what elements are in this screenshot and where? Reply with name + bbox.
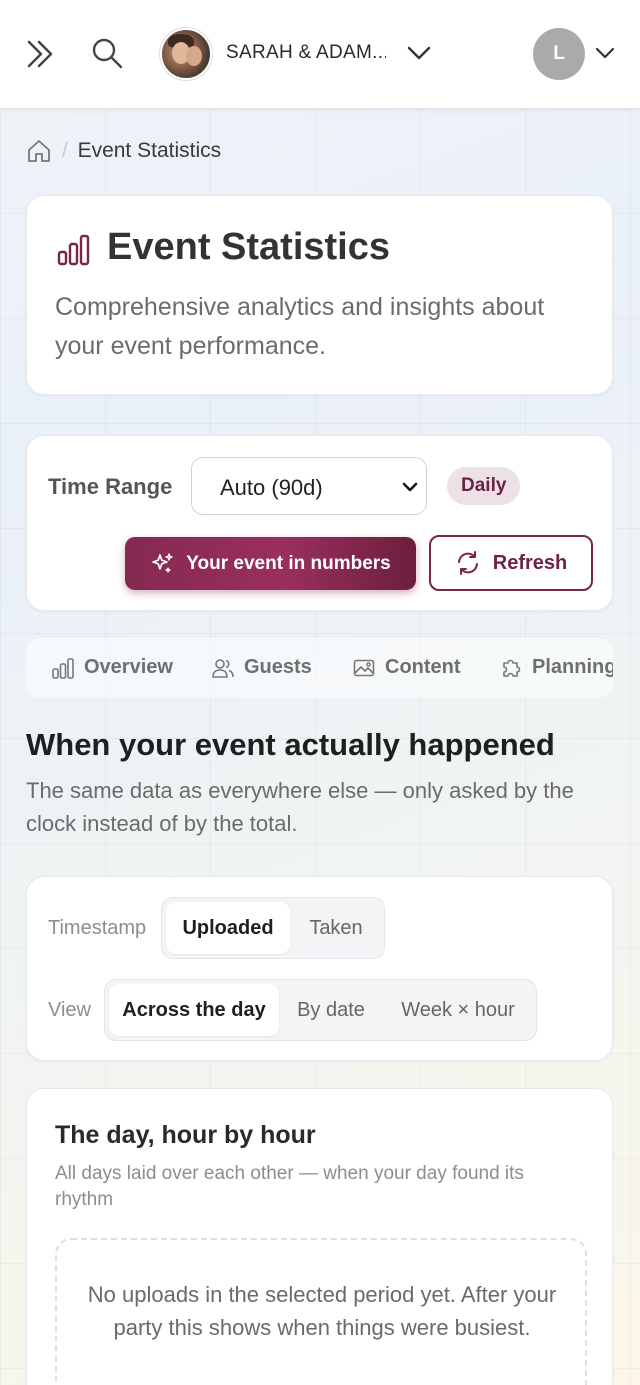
breadcrumb-current: Event Statistics xyxy=(77,139,222,162)
refresh-button[interactable]: Refresh xyxy=(429,535,593,591)
breadcrumb: / Event Statistics xyxy=(26,136,221,166)
breadcrumb-separator: / xyxy=(62,139,68,162)
chart-subtitle: All days laid over each other — when you… xyxy=(55,1163,524,1210)
chevron-down-icon[interactable] xyxy=(406,42,432,64)
home-icon[interactable] xyxy=(26,138,52,164)
tab-overview[interactable]: Overview xyxy=(52,656,173,679)
search-icon[interactable] xyxy=(90,36,124,70)
event-in-numbers-label: Your event in numbers xyxy=(186,552,391,574)
bar-chart-icon xyxy=(52,657,74,679)
tab-label: Content xyxy=(385,656,461,678)
time-range-value: Auto (90d) xyxy=(220,475,323,500)
refresh-label: Refresh xyxy=(492,551,568,574)
statistics-tabs: Overview Guests Content Planning xyxy=(26,638,613,698)
controls-card: Time Range Auto (90d) Daily Your event i… xyxy=(26,435,613,611)
tab-label: Overview xyxy=(84,656,173,678)
section-subtitle: The same data as everywhere else — only … xyxy=(26,778,574,836)
hourly-chart-card: The day, hour by hour All days laid over… xyxy=(26,1088,613,1385)
bar-chart-icon xyxy=(57,234,90,266)
view-label: View xyxy=(48,999,91,1021)
filters-card: Timestamp Uploaded Taken View Across the… xyxy=(26,876,613,1061)
timestamp-option-uploaded[interactable]: Uploaded xyxy=(166,902,290,954)
tab-guests[interactable]: Guests xyxy=(212,656,312,679)
section-title: When your event actually happened xyxy=(26,727,555,762)
expand-sidebar-icon[interactable] xyxy=(26,38,56,70)
page-title: Event Statistics xyxy=(107,226,390,268)
empty-state: No uploads in the selected period yet. A… xyxy=(55,1238,587,1385)
timestamp-toggle: Uploaded Taken xyxy=(161,897,385,959)
event-in-numbers-button[interactable]: Your event in numbers xyxy=(125,537,416,590)
top-bar: SARAH & ADAM... L xyxy=(0,0,640,108)
event-avatar[interactable] xyxy=(160,28,212,80)
user-avatar[interactable]: L xyxy=(533,28,585,80)
view-option-across-day[interactable]: Across the day xyxy=(109,984,279,1036)
view-toggle: Across the day By date Week × hour xyxy=(104,979,537,1041)
timestamp-option-taken[interactable]: Taken xyxy=(292,902,380,954)
granularity-badge: Daily xyxy=(447,467,521,505)
sparkles-icon xyxy=(152,552,173,573)
refresh-icon xyxy=(457,551,478,575)
image-icon xyxy=(353,659,375,676)
chart-title: The day, hour by hour xyxy=(55,1121,316,1149)
tab-planning[interactable]: Planning xyxy=(500,656,613,679)
tab-content[interactable]: Content xyxy=(353,656,461,679)
time-range-select[interactable]: Auto (90d) xyxy=(191,457,427,515)
time-range-label: Time Range xyxy=(48,474,173,499)
event-name[interactable]: SARAH & ADAM... xyxy=(226,42,386,64)
page-subtitle: Comprehensive analytics and insights abo… xyxy=(55,293,545,360)
puzzle-icon xyxy=(503,659,521,677)
timestamp-label: Timestamp xyxy=(48,917,147,939)
view-option-week-hour[interactable]: Week × hour xyxy=(385,984,531,1036)
chevron-down-icon[interactable] xyxy=(594,43,616,63)
page-header-card: Event Statistics Comprehensive analytics… xyxy=(26,195,613,395)
users-icon xyxy=(212,658,234,678)
chevron-down-icon xyxy=(402,482,418,492)
tab-label: Guests xyxy=(244,656,312,678)
tab-label: Planning xyxy=(532,656,613,678)
empty-state-message: No uploads in the selected period yet. A… xyxy=(87,1282,557,1340)
view-option-by-date[interactable]: By date xyxy=(281,984,381,1036)
